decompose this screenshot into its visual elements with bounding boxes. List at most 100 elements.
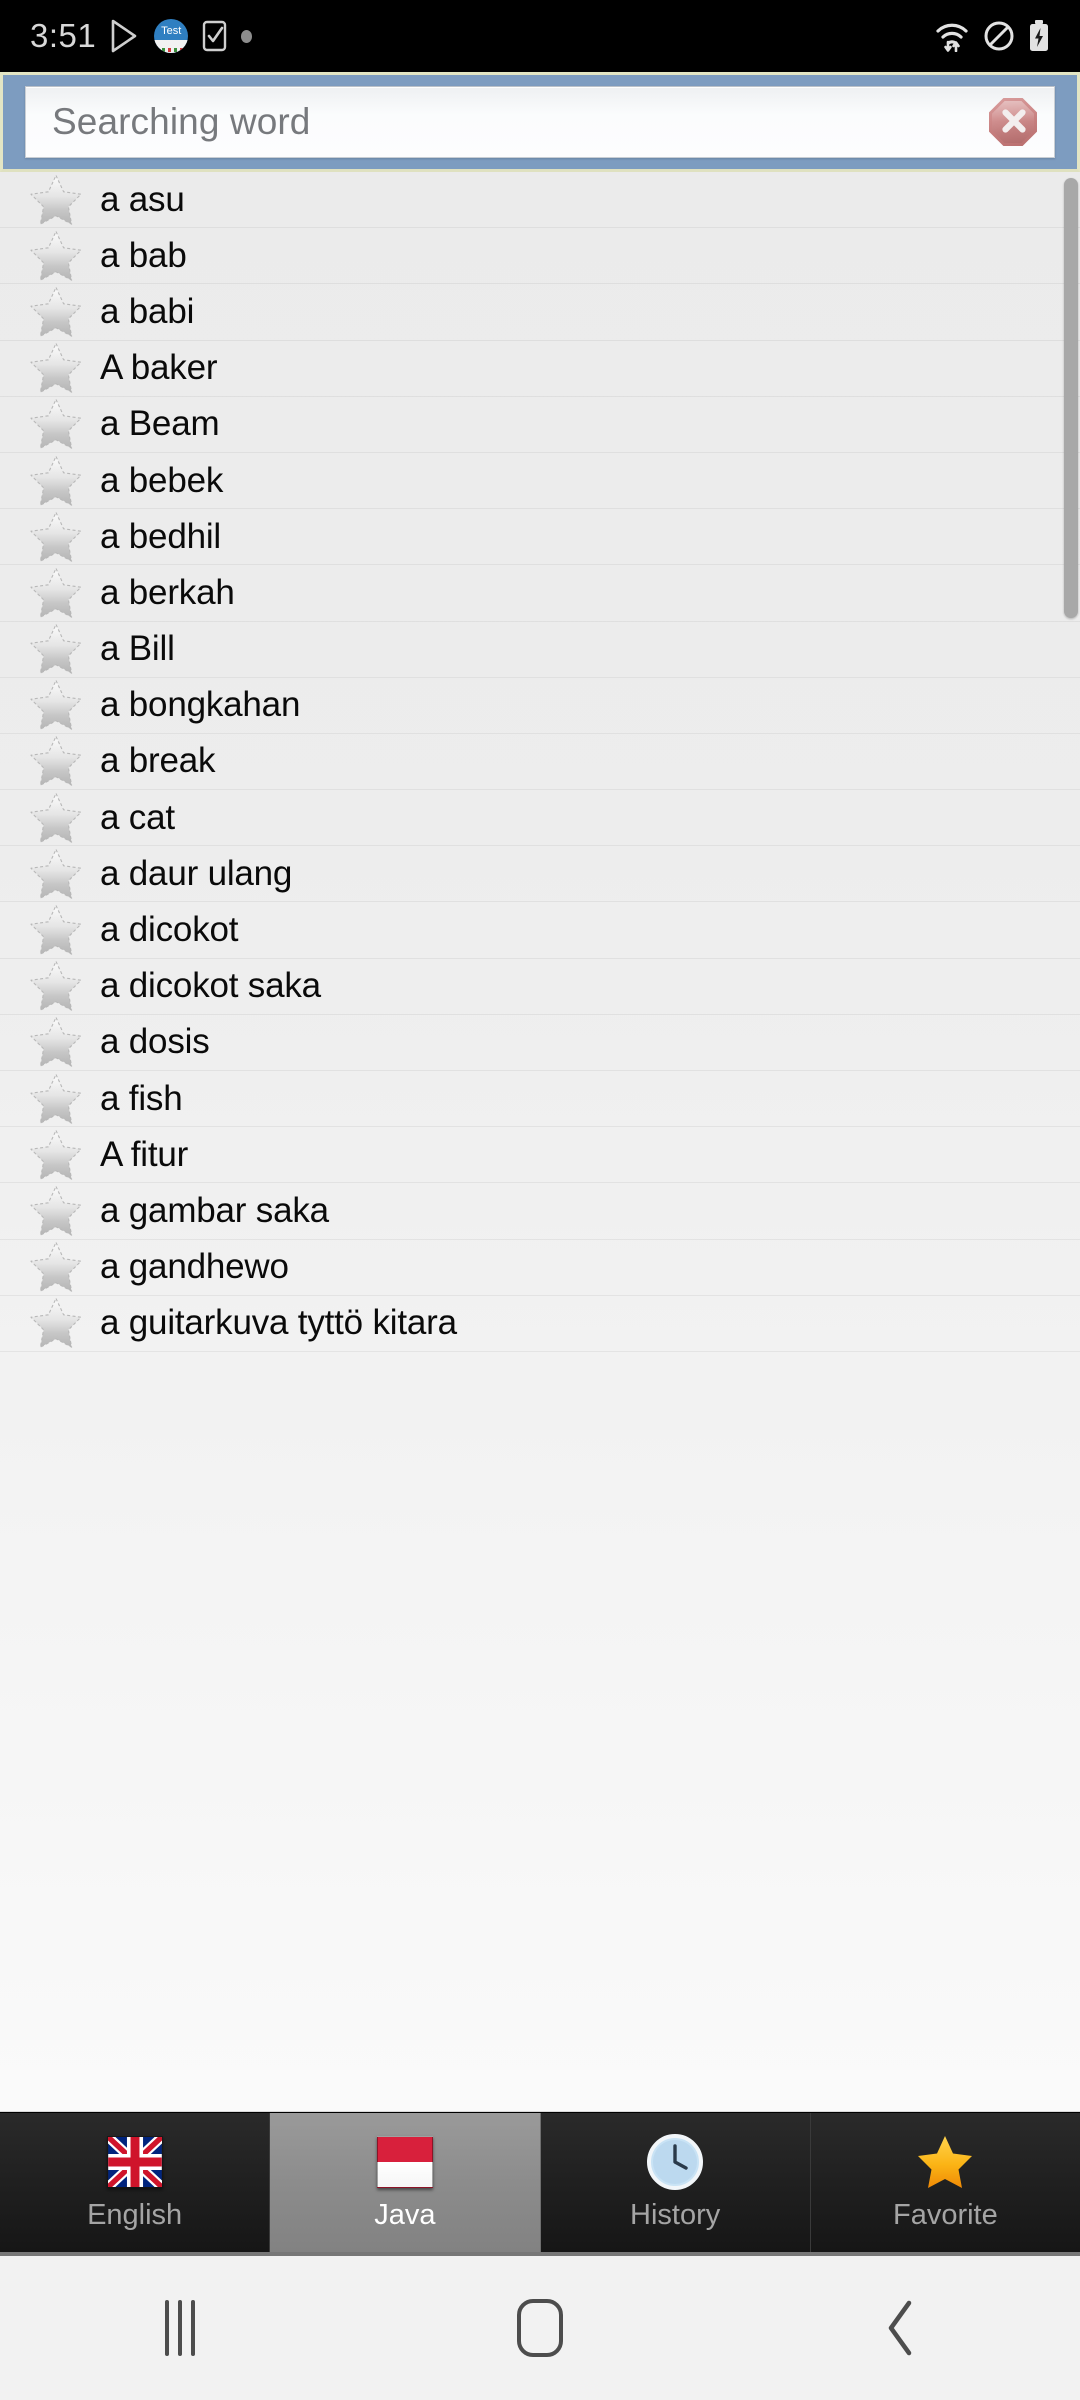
favorite-star-icon[interactable] [28, 678, 84, 732]
word-label: a dosis [100, 1022, 210, 1062]
favorite-star-icon[interactable] [28, 341, 84, 395]
star-toggle[interactable] [28, 1183, 84, 1239]
back-chevron-icon [888, 2300, 912, 2356]
star-toggle[interactable] [28, 1295, 84, 1351]
word-label: A baker [100, 348, 218, 388]
nav-home-button[interactable] [450, 2256, 630, 2400]
nav-recents-button[interactable] [90, 2256, 270, 2400]
star-toggle[interactable] [28, 1014, 84, 1070]
star-toggle[interactable] [28, 958, 84, 1014]
bottom-tab-bar: English Java History Favorite [0, 2112, 1080, 2252]
word-list-item[interactable]: a Bill [0, 622, 1080, 678]
word-label: a cat [100, 797, 175, 837]
favorite-star-icon[interactable] [28, 454, 84, 508]
word-list-item[interactable]: a fish [0, 1071, 1080, 1128]
star-toggle[interactable] [28, 340, 84, 396]
word-label: a fish [100, 1078, 183, 1118]
favorite-star-icon[interactable] [28, 1296, 84, 1350]
word-list-item[interactable]: a bongkahan [0, 678, 1080, 734]
star-toggle[interactable] [28, 284, 84, 340]
star-icon [918, 2135, 973, 2188]
favorite-star-icon[interactable] [28, 847, 84, 901]
word-list-item[interactable]: a bebek [0, 453, 1080, 510]
word-list-item[interactable]: a daur ulang [0, 846, 1080, 903]
scrollbar-thumb[interactable] [1064, 178, 1078, 618]
home-icon [517, 2299, 563, 2357]
tab-english[interactable]: English [0, 2113, 271, 2252]
favorite-star-icon[interactable] [28, 1015, 84, 1069]
word-label: a bebek [100, 460, 224, 500]
tab-favorite[interactable]: Favorite [810, 2113, 1080, 2252]
favorite-star-icon[interactable] [28, 1240, 84, 1294]
star-toggle[interactable] [28, 790, 84, 846]
word-list-item[interactable]: a dicokot [0, 902, 1080, 959]
star-toggle[interactable] [28, 1127, 84, 1183]
word-label: a break [100, 741, 216, 781]
word-label: a asu [100, 179, 185, 219]
favorite-star-icon[interactable] [28, 566, 84, 620]
list-scrollbar[interactable] [1064, 172, 1080, 2111]
favorite-star-icon[interactable] [28, 397, 84, 451]
word-list-item[interactable]: a babi [0, 284, 1080, 341]
tab-java[interactable]: Java [270, 2113, 541, 2252]
search-box[interactable] [25, 86, 1055, 158]
star-toggle[interactable] [28, 621, 84, 677]
clear-search-button[interactable] [988, 97, 1038, 147]
word-list-item[interactable]: a cat [0, 790, 1080, 847]
word-list-item[interactable]: A fitur [0, 1127, 1080, 1184]
battery-charging-icon [1030, 20, 1048, 51]
favorite-star-icon[interactable] [28, 285, 84, 339]
favorite-star-icon[interactable] [28, 1128, 84, 1182]
word-list-item[interactable]: a bab [0, 228, 1080, 285]
star-toggle[interactable] [28, 902, 84, 958]
tab-label: History [630, 2198, 721, 2231]
favorite-star-icon[interactable] [28, 903, 84, 957]
favorite-star-icon[interactable] [28, 959, 84, 1013]
favorite-star-icon[interactable] [28, 622, 84, 676]
search-input[interactable] [52, 101, 988, 143]
search-panel [0, 72, 1080, 172]
word-label: a Bill [100, 629, 175, 669]
favorite-star-icon[interactable] [28, 791, 84, 845]
word-list-item[interactable]: a dicokot saka [0, 959, 1080, 1015]
word-list-item[interactable]: a Beam [0, 397, 1080, 453]
word-list-item[interactable]: A baker [0, 341, 1080, 397]
tab-history[interactable]: History [540, 2113, 811, 2252]
status-bar-left: 3:51 Test [30, 17, 253, 55]
tab-label: Favorite [892, 2198, 998, 2231]
word-label: a gandhewo [100, 1247, 289, 1287]
nav-back-button[interactable] [810, 2256, 990, 2400]
star-icon [916, 2134, 974, 2190]
favorite-star-icon[interactable] [28, 229, 84, 283]
favorite-star-icon[interactable] [28, 1072, 84, 1126]
star-toggle[interactable] [28, 846, 84, 902]
star-toggle[interactable] [28, 228, 84, 284]
word-list-item[interactable]: a break [0, 733, 1080, 791]
favorite-star-icon[interactable] [28, 510, 84, 564]
favorite-star-icon[interactable] [28, 173, 84, 227]
word-list-item[interactable]: a asu [0, 172, 1080, 229]
star-toggle[interactable] [28, 565, 84, 621]
word-label: a babi [100, 291, 195, 331]
word-list-item[interactable]: a bedhil [0, 509, 1080, 566]
word-list-item[interactable]: a berkah [0, 565, 1080, 622]
word-list-item[interactable]: a dosis [0, 1015, 1080, 1071]
star-toggle[interactable] [28, 733, 84, 789]
star-toggle[interactable] [28, 677, 84, 733]
favorite-star-icon[interactable] [28, 734, 84, 788]
favorite-star-icon[interactable] [28, 1184, 84, 1238]
star-toggle[interactable] [28, 453, 84, 509]
star-toggle[interactable] [28, 1071, 84, 1127]
word-list-item[interactable]: a gambar saka [0, 1183, 1080, 1240]
star-toggle[interactable] [28, 396, 84, 452]
uk-flag-icon [106, 2135, 163, 2188]
uk-flag-icon [106, 2134, 163, 2190]
star-toggle[interactable] [28, 172, 84, 228]
word-list-item[interactable]: a gandhewo [0, 1240, 1080, 1296]
star-toggle[interactable] [28, 1239, 84, 1295]
word-label: a guitarkuva tyttö kitara [100, 1303, 457, 1343]
word-list[interactable]: a asu a bab a babi A baker a Beam a bebe… [0, 172, 1080, 2112]
word-list-item[interactable]: a guitarkuva tyttö kitara [0, 1296, 1080, 1352]
status-bar: 3:51 Test [0, 0, 1080, 72]
star-toggle[interactable] [28, 509, 84, 565]
